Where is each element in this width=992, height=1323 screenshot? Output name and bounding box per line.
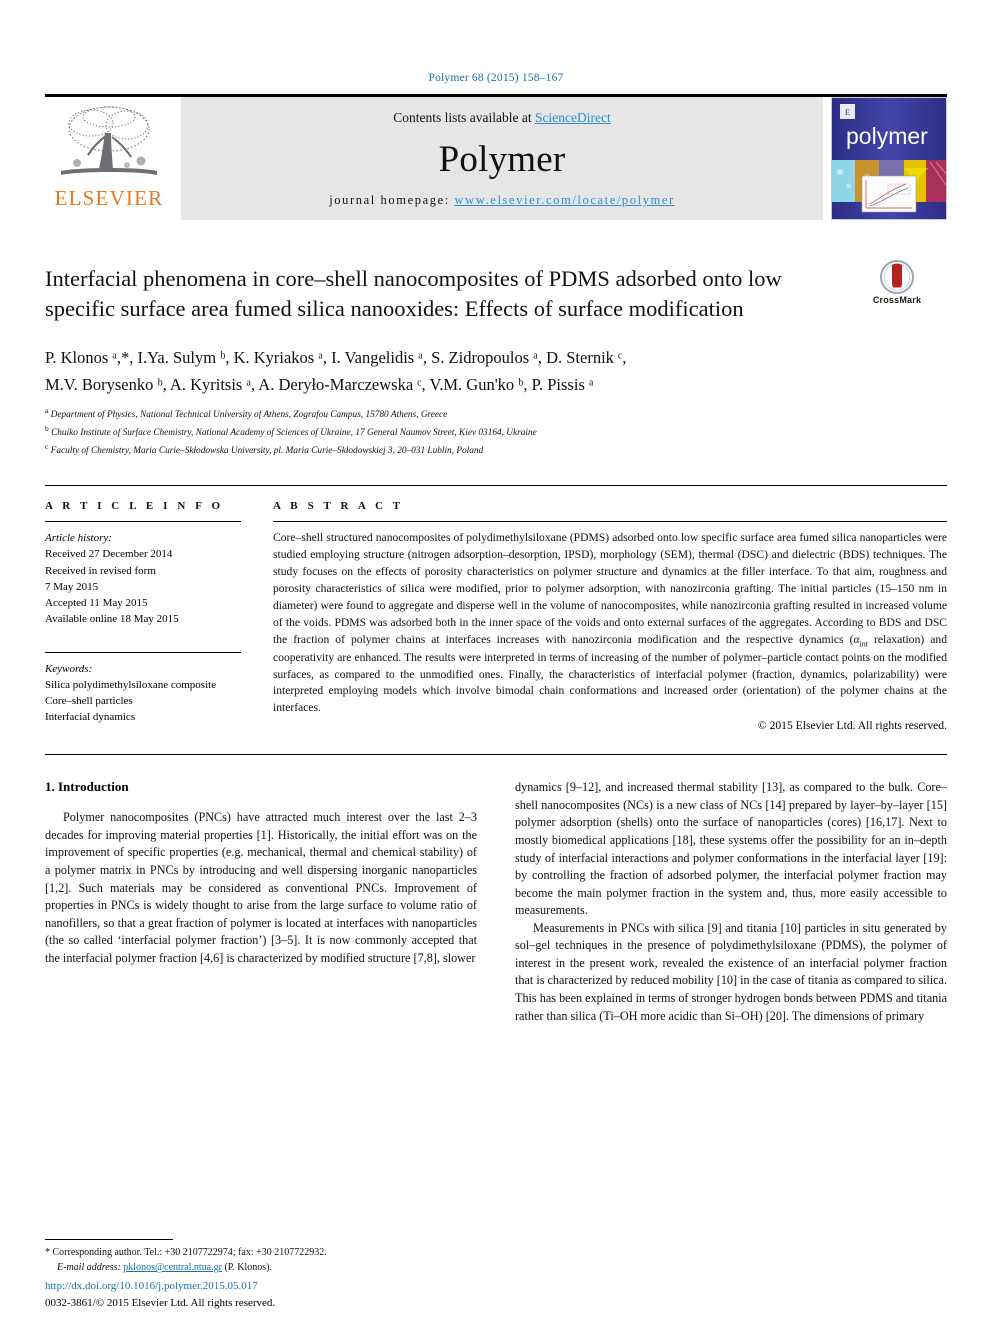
affiliation-marker-b: b bbox=[45, 424, 49, 434]
history-item-4: Available online 18 May 2015 bbox=[45, 613, 179, 626]
journal-cover-thumbnail: E polymer bbox=[831, 97, 947, 220]
journal-masthead: ELSEVIER Contents lists available at Sci… bbox=[45, 94, 947, 220]
affiliation-marker-a: a bbox=[45, 406, 49, 416]
contents-prefix: Contents lists available at bbox=[393, 110, 535, 125]
affiliation-list: a Department of Physics, National Techni… bbox=[45, 405, 947, 459]
corresponding-author-note: * Corresponding author. Tel.: +30 210772… bbox=[45, 1245, 465, 1260]
crossmark-badge-container[interactable]: CrossMark bbox=[847, 260, 947, 305]
affiliation-a: a Department of Physics, National Techni… bbox=[45, 405, 947, 423]
email-link[interactable]: pklonos@central.ntua.gr bbox=[123, 1262, 222, 1273]
doi-block: http://dx.doi.org/10.1016/j.polymer.2015… bbox=[45, 1278, 505, 1311]
svg-text:E: E bbox=[845, 108, 850, 117]
issn-copyright-line: 0032-3861/© 2015 Elsevier Ltd. All right… bbox=[45, 1296, 276, 1309]
keyword-0: Silica polydimethylsiloxane composite bbox=[45, 678, 217, 691]
body-column-left: 1. Introduction Polymer nanocomposites (… bbox=[45, 779, 477, 1025]
intro-paragraph-right-2: Measurements in PNCs with silica [9] and… bbox=[515, 920, 947, 1023]
article-info-rule bbox=[45, 521, 241, 523]
alpha-subscript: int bbox=[859, 638, 868, 648]
crossmark-icon[interactable] bbox=[880, 260, 914, 294]
cover-artwork: E polymer bbox=[832, 98, 946, 220]
affiliation-marker-c: c bbox=[45, 442, 49, 452]
abstract-copyright: © 2015 Elsevier Ltd. All rights reserved… bbox=[757, 719, 947, 733]
abstract-rule bbox=[273, 521, 947, 523]
journal-homepage-line: journal homepage: www.elsevier.com/locat… bbox=[329, 193, 675, 208]
body-column-right: dynamics [9–12], and increased thermal s… bbox=[515, 779, 947, 1025]
keywords-rule bbox=[45, 651, 241, 653]
affiliation-b: b Chuiko Institute of Surface Chemistry,… bbox=[45, 423, 947, 441]
svg-text:polymer: polymer bbox=[846, 123, 928, 149]
abstract-part-1: Core–shell structured nanocomposites of … bbox=[273, 531, 947, 646]
section-heading-introduction: 1. Introduction bbox=[45, 779, 129, 795]
corresponding-marker: * bbox=[45, 1247, 50, 1258]
author-list: P. Klonos ᵃ,*, I.Ya. Sulym ᵇ, K. Kyriako… bbox=[45, 345, 947, 398]
corresponding-text: Corresponding author. Tel.: +30 21077229… bbox=[52, 1247, 327, 1258]
elsevier-tree-icon bbox=[61, 106, 157, 175]
sciencedirect-link[interactable]: ScienceDirect bbox=[535, 110, 611, 125]
affiliation-text-a: Department of Physics, National Technica… bbox=[50, 410, 448, 421]
email-note: E-mail address: pklonos@central.ntua.gr … bbox=[45, 1260, 465, 1275]
elsevier-logo: ELSEVIER bbox=[45, 97, 173, 220]
affiliation-text-c: Faculty of Chemistry, Maria Curie–Skłodo… bbox=[50, 446, 484, 457]
article-info-column: A R T I C L E I N F O Article history: R… bbox=[45, 500, 241, 732]
history-item-2: 7 May 2015 bbox=[45, 580, 99, 593]
intro-paragraph-right-1: dynamics [9–12], and increased thermal s… bbox=[515, 780, 947, 918]
author-line-1: P. Klonos ᵃ,*, I.Ya. Sulym ᵇ, K. Kyriako… bbox=[45, 348, 627, 368]
email-label: E-mail address: bbox=[57, 1262, 121, 1273]
homepage-prefix: journal homepage: bbox=[329, 193, 455, 207]
title-block: Interfacial phenomena in core–shell nano… bbox=[45, 260, 947, 323]
info-abstract-section: A R T I C L E I N F O Article history: R… bbox=[45, 485, 947, 732]
journal-title: Polymer bbox=[438, 139, 566, 180]
abstract-column: A B S T R A C T Core–shell structured na… bbox=[273, 500, 947, 732]
history-item-3: Accepted 11 May 2015 bbox=[45, 597, 148, 610]
email-owner: (P. Klonos). bbox=[224, 1262, 272, 1273]
keyword-2: Interfacial dynamics bbox=[45, 711, 136, 724]
journal-homepage-link[interactable]: www.elsevier.com/locate/polymer bbox=[455, 193, 675, 207]
body-columns: 1. Introduction Polymer nanocomposites (… bbox=[45, 779, 947, 1025]
history-item-0: Received 27 December 2014 bbox=[45, 548, 173, 561]
running-head: Polymer 68 (2015) 158–167 bbox=[428, 72, 564, 84]
footnote-rule bbox=[45, 1239, 173, 1240]
body-separator bbox=[45, 754, 947, 756]
abstract-label: A B S T R A C T bbox=[273, 500, 404, 513]
contents-available-line: Contents lists available at ScienceDirec… bbox=[393, 110, 610, 126]
elsevier-wordmark: ELSEVIER bbox=[54, 186, 164, 210]
abstract-text: Core–shell structured nanocomposites of … bbox=[273, 530, 947, 717]
history-item-1: Received in revised form bbox=[45, 564, 156, 577]
doi-link[interactable]: http://dx.doi.org/10.1016/j.polymer.2015… bbox=[45, 1278, 505, 1295]
intro-paragraph-left: Polymer nanocomposites (PNCs) have attra… bbox=[45, 810, 477, 965]
article-first-page: Polymer 68 (2015) 158–167 ELSEVIER Conte… bbox=[0, 0, 992, 1323]
crossmark-label: CrossMark bbox=[872, 295, 922, 305]
author-line-2: M.V. Borysenko ᵇ, A. Kyritsis ᵃ, A. Dery… bbox=[45, 374, 594, 394]
footnote-area: * Corresponding author. Tel.: +30 210772… bbox=[45, 1239, 465, 1275]
keyword-1: Core–shell particles bbox=[45, 695, 133, 708]
page-title: Interfacial phenomena in core–shell nano… bbox=[45, 266, 782, 321]
affiliation-text-b: Chuiko Institute of Surface Chemistry, N… bbox=[51, 428, 537, 439]
cover-footer-text: Editor: Adam Wilbourn bbox=[873, 219, 907, 220]
article-history-label: Article history: bbox=[45, 532, 112, 545]
keywords-label: Keywords: bbox=[45, 662, 93, 675]
affiliation-c: c Faculty of Chemistry, Maria Curie–Skło… bbox=[45, 441, 947, 459]
article-info-label: A R T I C L E I N F O bbox=[45, 500, 224, 513]
masthead-center: Contents lists available at ScienceDirec… bbox=[181, 97, 823, 220]
